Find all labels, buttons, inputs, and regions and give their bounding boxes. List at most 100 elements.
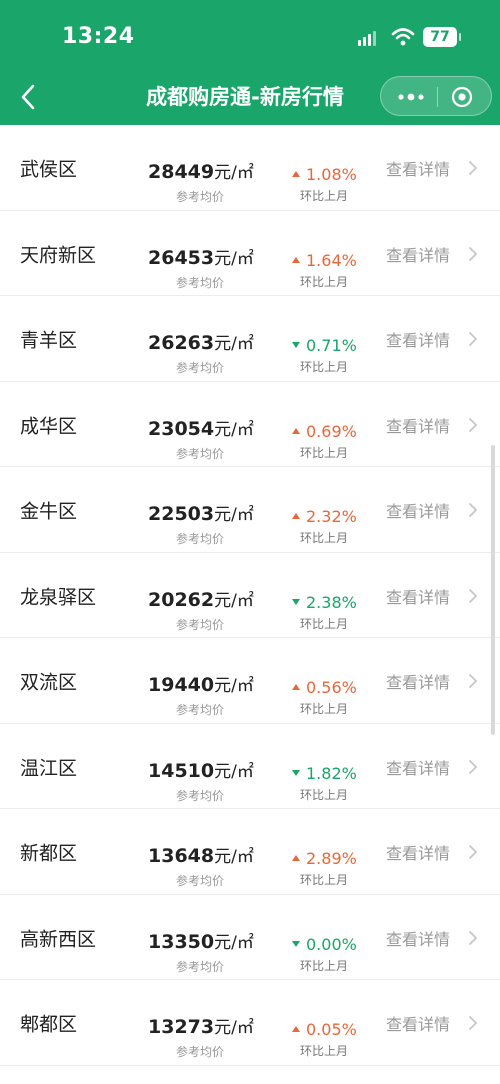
list-item[interactable]: 高新西区 13350元/㎡ 参考均价 0.00% 环比上月 查看详情	[0, 895, 500, 980]
change-percent: 0.69%	[292, 422, 357, 441]
list-item[interactable]: 青羊区 26263元/㎡ 参考均价 0.71% 环比上月 查看详情	[0, 296, 500, 382]
chevron-right-icon	[469, 930, 477, 945]
average-price: 23054元/㎡	[148, 418, 254, 440]
change-value: 0.69%	[306, 421, 357, 441]
price-unit: 元/㎡	[214, 334, 254, 354]
arrow-up-icon	[292, 1026, 300, 1032]
list-item[interactable]: 新都区 13648元/㎡ 参考均价 2.89% 环比上月 查看详情	[0, 809, 500, 895]
change-caption: 环比上月	[300, 702, 349, 716]
change-value: 2.89%	[306, 849, 357, 868]
price-caption: 参考均价	[176, 959, 225, 974]
chevron-right-icon	[469, 759, 477, 774]
price-block: 19440元/㎡	[148, 671, 268, 696]
change-percent: 0.05%	[292, 1020, 357, 1039]
change-caption: 环比上月	[300, 274, 349, 289]
price-caption: 参考均价	[176, 190, 225, 204]
price-value: 19440	[148, 674, 215, 696]
average-price: 13350元/㎡	[148, 931, 254, 953]
view-detail-link[interactable]: 查看详情	[386, 584, 450, 608]
chevron-right-icon	[469, 588, 477, 603]
average-price: 26263元/㎡	[148, 332, 254, 354]
arrow-up-icon	[292, 427, 300, 434]
change-value: 0.71%	[306, 336, 357, 355]
list-item[interactable]: 成华区 23054元/㎡ 参考均价 0.69% 环比上月 查看详情	[0, 382, 500, 467]
price-block: 26263元/㎡	[148, 329, 268, 354]
view-detail-link[interactable]: 查看详情	[386, 669, 450, 693]
price-unit: 元/㎡	[214, 248, 254, 269]
price-block: 20262元/㎡	[148, 586, 268, 611]
district-name: 天府新区	[20, 244, 97, 266]
price-value: 14510	[148, 759, 215, 782]
price-block: 23054元/㎡	[148, 415, 268, 440]
view-detail-link[interactable]: 查看详情	[386, 840, 450, 864]
price-value: 13273	[148, 1016, 215, 1038]
chevron-right-icon	[469, 161, 477, 175]
average-price: 14510元/㎡	[148, 760, 254, 782]
district-name: 龙泉驿区	[20, 586, 97, 608]
average-price: 26453元/㎡	[148, 247, 254, 269]
battery-icon: 77	[423, 27, 461, 47]
change-percent: 0.00%	[292, 935, 357, 954]
change-percent: 2.32%	[292, 507, 357, 526]
view-detail-link[interactable]: 查看详情	[386, 327, 450, 351]
view-detail-link[interactable]: 查看详情	[386, 413, 450, 437]
average-price: 13273元/㎡	[148, 1016, 254, 1038]
change-caption: 环比上月	[300, 189, 349, 203]
average-price: 19440元/㎡	[148, 674, 254, 696]
arrow-down-icon	[292, 769, 300, 776]
price-caption: 参考均价	[176, 1045, 225, 1059]
change-value: 2.38%	[306, 592, 357, 612]
district-name: 成华区	[20, 415, 78, 437]
change-value: 0.56%	[306, 678, 357, 697]
list-item[interactable]: 温江区 14510元/㎡ 参考均价 1.82% 环比上月 查看详情	[0, 724, 500, 809]
district-name: 金牛区	[20, 500, 78, 523]
wifi-icon	[391, 28, 415, 46]
price-unit: 元/㎡	[214, 419, 254, 440]
price-value: 13648	[148, 845, 215, 867]
chevron-right-icon	[469, 845, 477, 859]
change-caption: 环比上月	[300, 787, 349, 802]
change-percent: 1.08%	[292, 165, 357, 184]
capsule-divider	[437, 87, 438, 107]
change-percent: 1.64%	[292, 251, 357, 270]
change-percent: 2.89%	[292, 849, 357, 868]
list-item[interactable]: 天府新区 26453元/㎡ 参考均价 1.64% 环比上月 查看详情	[0, 211, 500, 296]
price-unit: 元/㎡	[214, 590, 254, 611]
arrow-up-icon	[292, 256, 300, 263]
view-detail-link[interactable]: 查看详情	[386, 755, 450, 779]
more-icon[interactable]	[397, 88, 425, 106]
arrow-up-icon	[292, 684, 300, 690]
list-item[interactable]: 郫都区 13273元/㎡ 参考均价 0.05% 环比上月 查看详情	[0, 980, 500, 1066]
price-unit: 元/㎡	[214, 761, 254, 782]
chevron-right-icon	[469, 503, 477, 517]
view-detail-link[interactable]: 查看详情	[386, 1011, 450, 1035]
arrow-down-icon	[292, 940, 300, 947]
list-item[interactable]: 龙泉驿区 20262元/㎡ 参考均价 2.38% 环比上月 查看详情	[0, 553, 500, 638]
chevron-right-icon	[469, 417, 477, 432]
price-block: 26453元/㎡	[148, 244, 268, 269]
list-item[interactable]: 双流区 19440元/㎡ 参考均价 0.56% 环比上月 查看详情	[0, 638, 500, 724]
view-detail-link[interactable]: 查看详情	[386, 156, 450, 180]
price-value: 26263	[148, 332, 215, 354]
chevron-right-icon	[469, 332, 477, 346]
price-value: 28449	[148, 161, 215, 183]
back-icon[interactable]	[14, 80, 44, 114]
district-name: 温江区	[20, 757, 78, 779]
change-value: 0.00%	[306, 934, 357, 954]
view-detail-link[interactable]: 查看详情	[386, 926, 450, 950]
change-percent: 1.82%	[292, 764, 357, 783]
arrow-up-icon	[292, 171, 300, 177]
price-block: 13648元/㎡	[148, 842, 268, 867]
list-item[interactable]: 金牛区 22503元/㎡ 参考均价 2.32% 环比上月 查看详情	[0, 467, 500, 553]
view-detail-link[interactable]: 查看详情	[386, 242, 450, 266]
district-name: 郫都区	[20, 1013, 78, 1036]
price-unit: 元/㎡	[214, 505, 254, 525]
price-caption: 参考均价	[176, 361, 225, 375]
close-target-icon[interactable]	[451, 86, 473, 108]
chevron-right-icon	[469, 246, 477, 261]
list-item[interactable]: 武侯区 28449元/㎡ 参考均价 1.08% 环比上月 查看详情	[0, 125, 500, 211]
view-detail-link[interactable]: 查看详情	[386, 498, 450, 522]
top-bar: 13:24 77 成都购房通-新房行情	[0, 0, 500, 125]
arrow-up-icon	[292, 855, 300, 861]
scrollbar[interactable]	[491, 445, 495, 735]
